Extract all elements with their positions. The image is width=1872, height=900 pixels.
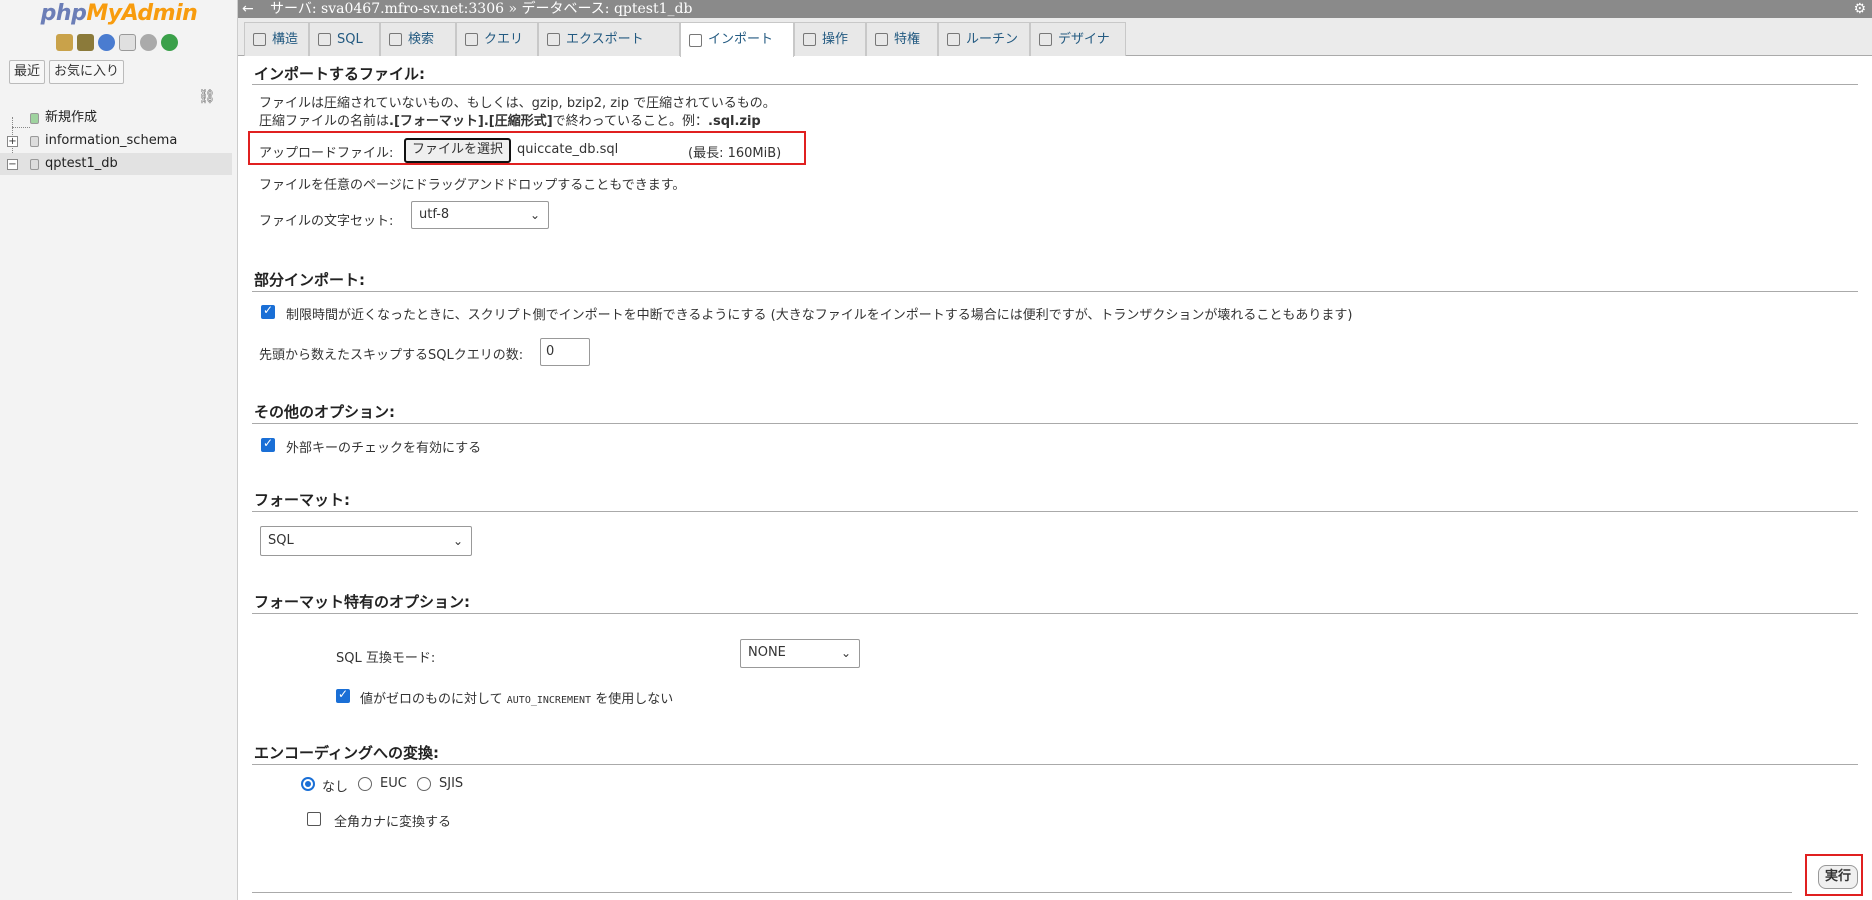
import-desc-1: ファイルは圧縮されていないもの、もしくは、gzip, bzip2, zip で圧… bbox=[259, 96, 776, 111]
chevron-down-icon: ⌄ bbox=[840, 646, 851, 660]
import-form: インポートするファイル: ファイルは圧縮されていないもの、もしくは、gzip, … bbox=[238, 56, 1872, 900]
divider bbox=[252, 511, 1858, 512]
encoding-sjis-radio[interactable] bbox=[417, 777, 431, 791]
routines-icon bbox=[947, 33, 960, 46]
tab-routines[interactable]: ルーチン bbox=[938, 22, 1030, 56]
import-icon bbox=[689, 33, 702, 47]
query-icon bbox=[465, 33, 478, 46]
encoding-legend: エンコーディングへの変換: bbox=[254, 744, 439, 762]
chevron-down-icon: ⌄ bbox=[452, 534, 463, 548]
hankaku-kana-checkbox[interactable] bbox=[307, 812, 321, 826]
allow-interrupt-label: 制限時間が近くなったときに、スクリプト側でインポートを中断できるようにする (大… bbox=[286, 308, 1353, 323]
breadcrumb-bar: ← サーバ: sva0467.mfro-sv.net:3306 » データベース… bbox=[238, 0, 1872, 18]
wrench-icon bbox=[803, 33, 816, 46]
new-db-icon bbox=[30, 113, 39, 124]
tab-privileges[interactable]: 特権 bbox=[866, 22, 938, 56]
home-icon[interactable] bbox=[56, 33, 73, 51]
encoding-none-label: なし bbox=[322, 780, 349, 795]
database-icon bbox=[30, 136, 39, 147]
back-arrow-icon[interactable]: ← bbox=[242, 0, 254, 18]
divider bbox=[252, 291, 1858, 292]
tree-item-qptest1-db[interactable]: − qptest1_db bbox=[0, 153, 232, 175]
logout-icon[interactable] bbox=[77, 33, 94, 51]
sql-compat-select[interactable]: NONE ⌄ bbox=[740, 639, 860, 668]
format-options-legend: フォーマット特有のオプション: bbox=[254, 593, 471, 611]
nav-icon-bar bbox=[56, 32, 178, 52]
allow-interrupt-checkbox[interactable] bbox=[261, 303, 275, 319]
encoding-euc-label: EUC bbox=[380, 776, 407, 791]
selected-file-name: quiccate_db.sql bbox=[517, 142, 619, 157]
encoding-none-radio[interactable] bbox=[301, 777, 315, 791]
divider bbox=[252, 423, 1858, 424]
docs-icon[interactable] bbox=[119, 33, 136, 51]
other-options-legend: その他のオプション: bbox=[254, 403, 395, 421]
divider bbox=[252, 764, 1858, 765]
privileges-icon bbox=[875, 33, 888, 46]
settings-gear-icon[interactable] bbox=[140, 33, 157, 51]
tab-bar: 構造 SQL 検索 クエリ エクスポート インポート 操作 特権 ルーチン デザ… bbox=[238, 18, 1872, 57]
charset-select[interactable]: utf-8 ⌄ bbox=[411, 201, 549, 229]
upload-label: アップロードファイル: bbox=[259, 146, 394, 161]
structure-icon bbox=[253, 33, 266, 46]
tab-structure[interactable]: 構造 bbox=[244, 22, 309, 56]
chevron-down-icon: ⌄ bbox=[529, 208, 540, 222]
designer-icon bbox=[1039, 33, 1052, 46]
help-icon[interactable] bbox=[98, 33, 115, 51]
skip-queries-input[interactable]: 0 bbox=[540, 338, 590, 366]
settings-gear-icon[interactable]: ⚙ bbox=[1853, 0, 1866, 18]
go-button[interactable]: 実行 bbox=[1818, 865, 1858, 889]
encoding-euc-radio[interactable] bbox=[358, 777, 372, 791]
tab-search[interactable]: 検索 bbox=[380, 22, 456, 56]
phpmyadmin-logo[interactable]: phpMyAdmin bbox=[0, 0, 238, 28]
export-icon bbox=[547, 33, 560, 46]
format-select[interactable]: SQL ⌄ bbox=[260, 526, 472, 556]
divider bbox=[252, 84, 1858, 85]
favorites-button[interactable]: お気に入り bbox=[49, 60, 125, 84]
recent-button[interactable]: 最近 bbox=[9, 60, 46, 84]
sql-compat-label: SQL 互換モード: bbox=[336, 651, 436, 666]
import-desc-2: 圧縮ファイルの名前は.[フォーマット].[圧縮形式]で終わっていること。例：.s… bbox=[259, 114, 761, 129]
divider bbox=[252, 613, 1858, 614]
hankaku-kana-label: 全角カナに変換する bbox=[334, 815, 452, 830]
tab-sql[interactable]: SQL bbox=[309, 22, 380, 56]
choose-file-button[interactable]: ファイルを選択 bbox=[404, 138, 512, 163]
encoding-sjis-label: SJIS bbox=[439, 776, 464, 791]
max-upload-size: (最長: 160MiB) bbox=[688, 146, 782, 161]
tab-operations[interactable]: 操作 bbox=[794, 22, 866, 56]
sql-icon bbox=[318, 33, 331, 46]
no-auto-value-on-zero-checkbox[interactable] bbox=[336, 687, 350, 703]
database-icon bbox=[30, 159, 39, 170]
no-auto-value-on-zero-label: 値がゼロのものに対して AUTO_INCREMENT を使用しない bbox=[360, 692, 674, 707]
expand-plus-icon[interactable]: + bbox=[7, 136, 18, 147]
breadcrumb[interactable]: サーバ: sva0467.mfro-sv.net:3306 » データベース: … bbox=[270, 0, 692, 18]
tab-import[interactable]: インポート bbox=[680, 22, 794, 57]
charset-label: ファイルの文字セット: bbox=[259, 214, 394, 229]
foreign-key-checks-checkbox[interactable] bbox=[261, 436, 275, 452]
navigation-panel: phpMyAdmin 最近 お気に入り ⛓ 新規作成 + information… bbox=[0, 0, 238, 900]
collapse-minus-icon[interactable]: − bbox=[7, 159, 18, 170]
reload-icon[interactable] bbox=[161, 33, 178, 51]
tab-designer[interactable]: デザイナ bbox=[1030, 22, 1126, 56]
tree-item-information-schema[interactable]: + information_schema bbox=[0, 130, 232, 152]
skip-queries-label: 先頭から数えたスキップするSQLクエリの数: bbox=[259, 348, 524, 363]
drag-drop-note: ファイルを任意のページにドラッグアンドドロップすることもできます。 bbox=[259, 178, 686, 193]
divider bbox=[252, 892, 1792, 893]
format-legend: フォーマット: bbox=[254, 491, 350, 509]
foreign-key-checks-label: 外部キーのチェックを有効にする bbox=[286, 441, 482, 456]
import-file-legend: インポートするファイル: bbox=[254, 65, 425, 83]
tab-query[interactable]: クエリ bbox=[456, 22, 538, 56]
link-chain-icon[interactable]: ⛓ bbox=[198, 89, 216, 105]
search-icon bbox=[389, 33, 402, 46]
partial-import-legend: 部分インポート: bbox=[254, 271, 365, 289]
tree-item-new[interactable]: 新規作成 bbox=[0, 107, 232, 129]
tab-export[interactable]: エクスポート bbox=[538, 22, 680, 56]
